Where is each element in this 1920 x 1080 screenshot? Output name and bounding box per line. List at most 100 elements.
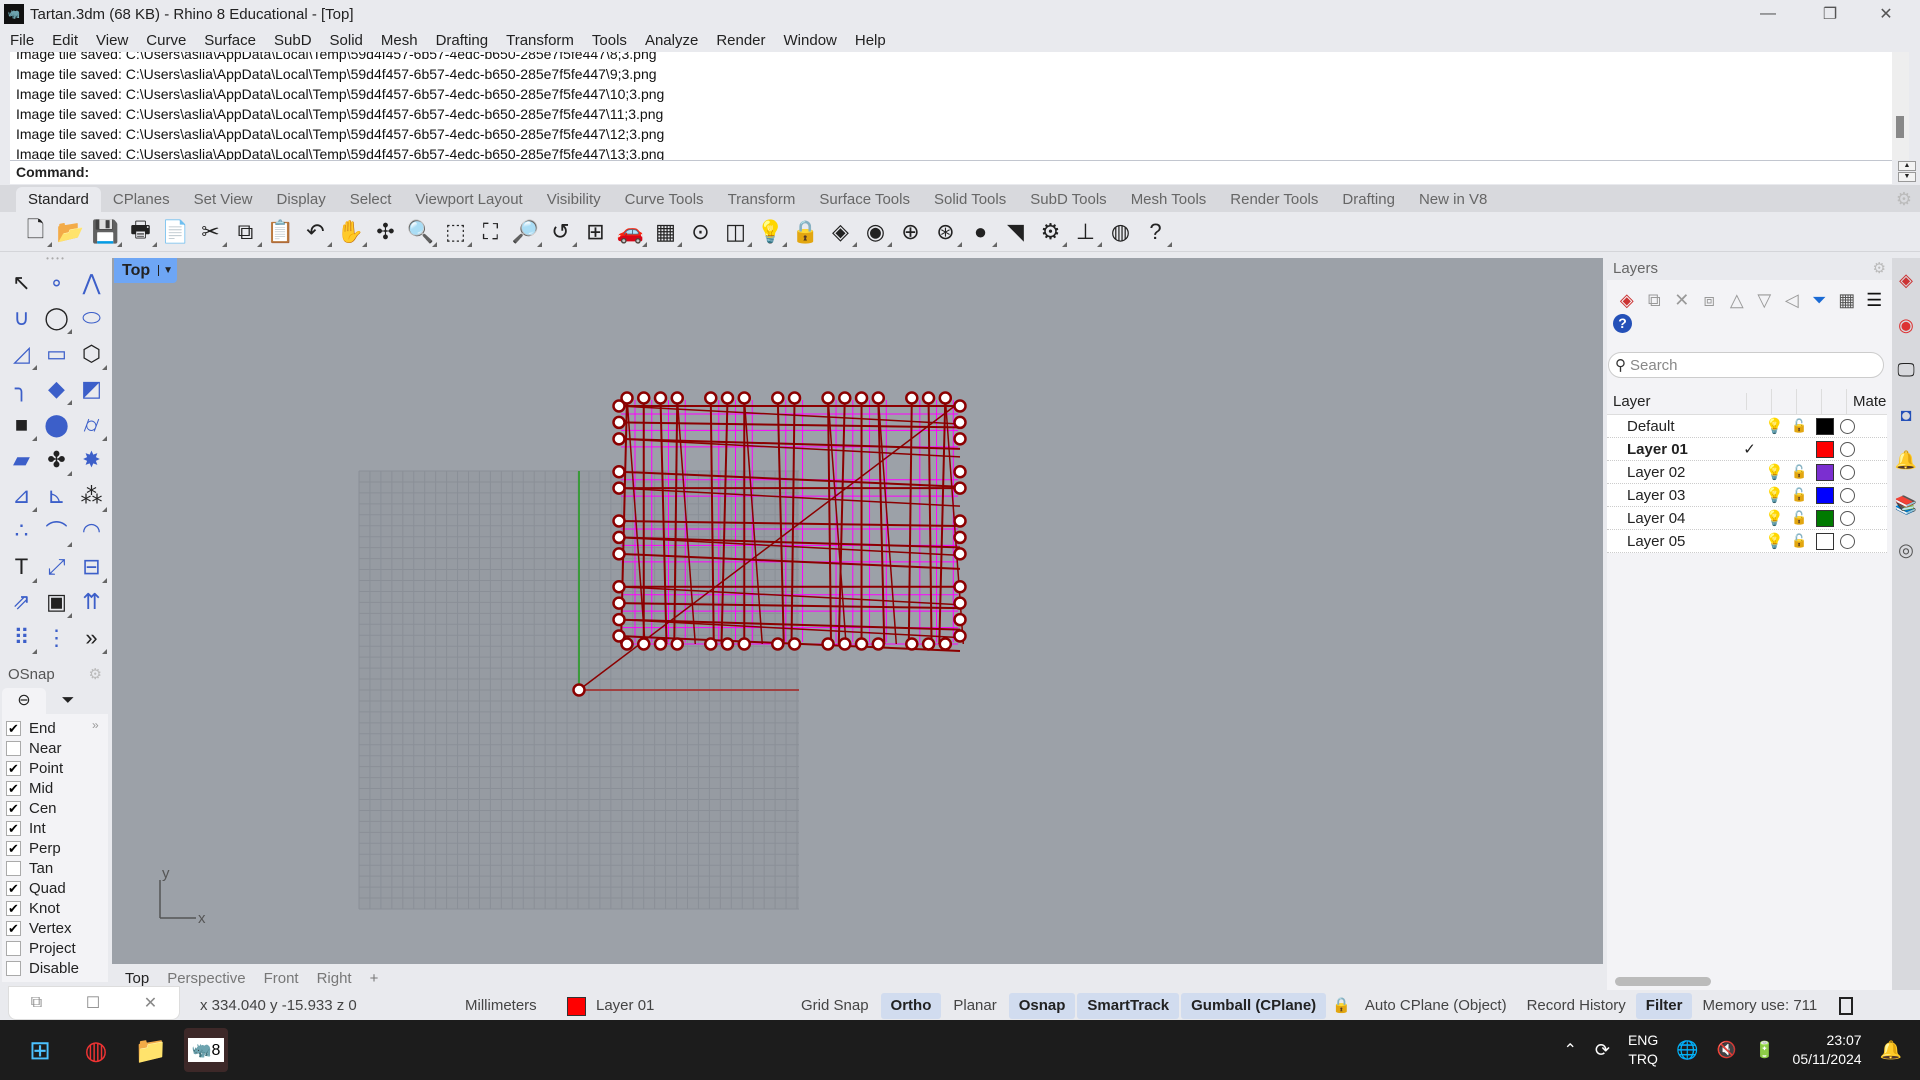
split-icon[interactable]: ⊾: [39, 478, 74, 514]
wireframe-icon[interactable]: ⊕: [893, 216, 928, 248]
menu-transform[interactable]: Transform: [506, 32, 574, 49]
gear-icon[interactable]: ⚙: [1873, 258, 1886, 280]
checkbox[interactable]: ✔: [6, 820, 21, 836]
maximize-icon[interactable]: ☐: [86, 993, 100, 1013]
toggle-planar[interactable]: Planar: [943, 993, 1006, 1019]
undo-view-icon[interactable]: ↺: [543, 216, 578, 248]
network-icon[interactable]: 🌐: [1676, 1040, 1698, 1060]
open-icon[interactable]: 📂: [53, 216, 88, 248]
rectangle-icon[interactable]: ▭: [39, 336, 74, 372]
array-icon[interactable]: ⊟: [74, 549, 109, 585]
layer-name[interactable]: Default: [1607, 418, 1737, 435]
zoom-dynamic-icon[interactable]: 🔍: [403, 216, 438, 248]
unlock-icon[interactable]: 🔓: [1787, 464, 1812, 480]
color-wheel-icon[interactable]: ◉: [1892, 303, 1920, 348]
move-up-icon[interactable]: △: [1723, 290, 1751, 311]
viewport-title-tab[interactable]: Top ▼: [114, 258, 178, 283]
more-icon[interactable]: »: [74, 620, 109, 656]
rendered-grid-icon[interactable]: ⊛: [928, 216, 963, 248]
edit-points-icon[interactable]: ⌒: [39, 514, 74, 550]
current-layer-check[interactable]: ✓: [1737, 440, 1762, 458]
layer-color-swatch[interactable]: [1816, 463, 1834, 481]
tab-surface-tools[interactable]: Surface Tools: [807, 187, 922, 212]
layer-row[interactable]: Layer 03 💡 🔓: [1607, 484, 1887, 507]
text-icon[interactable]: T: [4, 549, 39, 585]
scroll-up-icon[interactable]: ▲: [1898, 161, 1916, 171]
viewport-tab-right[interactable]: Right: [308, 970, 361, 987]
layer-search-input[interactable]: ⚲ Search: [1608, 352, 1884, 378]
duplicate-icon[interactable]: ⧈: [1696, 290, 1724, 311]
toggle-smarttrack[interactable]: SmartTrack: [1077, 993, 1180, 1019]
tab-render-tools[interactable]: Render Tools: [1218, 187, 1330, 212]
light-bulb-icon[interactable]: 💡: [1762, 417, 1787, 435]
gear-icon[interactable]: ⚙: [1896, 189, 1912, 210]
add-viewport-tab-icon[interactable]: +: [361, 970, 388, 987]
menu-tools[interactable]: Tools: [592, 32, 627, 49]
polyline-icon[interactable]: ⋀: [74, 265, 109, 301]
close-button[interactable]: ✕: [1858, 0, 1914, 28]
spotlight-icon[interactable]: ◥: [998, 216, 1033, 248]
checkbox[interactable]: [6, 960, 21, 976]
delete-icon[interactable]: ✕: [1668, 290, 1696, 311]
toggle-gumball-cplane[interactable]: Gumball (CPlane): [1181, 993, 1327, 1019]
web-globe-icon[interactable]: ◍: [1103, 216, 1138, 248]
osnap-int[interactable]: ✔ Int: [2, 818, 108, 838]
properties-icon[interactable]: ◫: [718, 216, 753, 248]
notification-bell-icon[interactable]: 🔔: [1880, 1040, 1902, 1060]
viewport-tab-top[interactable]: Top: [116, 970, 158, 987]
checkbox[interactable]: ✔: [6, 800, 21, 816]
menu-analyze[interactable]: Analyze: [645, 32, 698, 49]
osnap-tab-filter[interactable]: ⏷: [46, 688, 90, 714]
grid-array-icon[interactable]: ⠿: [4, 620, 39, 656]
orient-icon[interactable]: ⇗: [4, 585, 39, 621]
named-views-icon[interactable]: ◎: [1892, 528, 1920, 573]
command-line[interactable]: Command:: [10, 160, 1892, 184]
checkbox[interactable]: ✔: [6, 900, 21, 916]
notifications-icon[interactable]: 🔔: [1892, 438, 1920, 483]
tab-select[interactable]: Select: [338, 187, 404, 212]
menu-file[interactable]: File: [10, 32, 34, 49]
layer-color-swatch[interactable]: [1816, 486, 1834, 504]
polygon-icon[interactable]: ⬡: [74, 336, 109, 372]
library-icon[interactable]: 📚: [1892, 483, 1920, 528]
layer-name[interactable]: Layer 02: [1607, 464, 1737, 481]
material-icon[interactable]: [1840, 441, 1855, 457]
fillet-icon[interactable]: ╮: [4, 372, 39, 408]
tab-cplanes[interactable]: CPlanes: [101, 187, 182, 212]
tab-visibility[interactable]: Visibility: [535, 187, 613, 212]
trim-icon[interactable]: ⊿: [4, 478, 39, 514]
help-icon[interactable]: ?: [1138, 216, 1173, 248]
layer-row[interactable]: Default 💡 🔓: [1607, 415, 1887, 438]
move-down-icon[interactable]: ▽: [1751, 290, 1779, 311]
tab-drafting[interactable]: Drafting: [1330, 187, 1407, 212]
new-file-icon[interactable]: 🗋: [18, 216, 53, 248]
osnap-near[interactable]: Near: [2, 738, 108, 758]
help-panel-icon[interactable]: ◘: [1892, 393, 1920, 438]
current-layer[interactable]: Layer 01: [586, 993, 791, 1019]
panel-toggle-icon[interactable]: [1839, 997, 1854, 1015]
tab-viewport-layout[interactable]: Viewport Layout: [403, 187, 534, 212]
windows-start-icon[interactable]: ⊞: [18, 1028, 62, 1072]
osnap-project[interactable]: Project: [2, 938, 108, 958]
dimension-icon[interactable]: ⊥: [1068, 216, 1103, 248]
menu-mesh[interactable]: Mesh: [381, 32, 418, 49]
boolean-icon[interactable]: ⁂: [74, 478, 109, 514]
checkbox[interactable]: [6, 860, 21, 876]
display-icon[interactable]: 🖵: [1892, 348, 1920, 393]
drag-grip[interactable]: • • • •: [2, 255, 108, 265]
language-indicator[interactable]: ENG TRQ: [1628, 1031, 1658, 1069]
osnap-tan[interactable]: Tan: [2, 858, 108, 878]
paste-icon[interactable]: 📋: [263, 216, 298, 248]
restore-button[interactable]: ❐: [1802, 0, 1858, 28]
tab-standard[interactable]: Standard: [16, 187, 101, 212]
tab-mesh-tools[interactable]: Mesh Tools: [1119, 187, 1219, 212]
new-sublayer-icon[interactable]: ⧉: [1641, 290, 1669, 311]
checkbox[interactable]: ✔: [6, 780, 21, 796]
tab-set-view[interactable]: Set View: [182, 187, 265, 212]
table-icon[interactable]: ▦: [1833, 290, 1861, 311]
menu-solid[interactable]: Solid: [330, 32, 363, 49]
layer-name[interactable]: Layer 05: [1607, 533, 1737, 550]
options-gear-icon[interactable]: ⚙: [1033, 216, 1068, 248]
point-icon[interactable]: ∘: [39, 265, 74, 301]
surface-corner-icon[interactable]: ◆: [39, 372, 74, 408]
